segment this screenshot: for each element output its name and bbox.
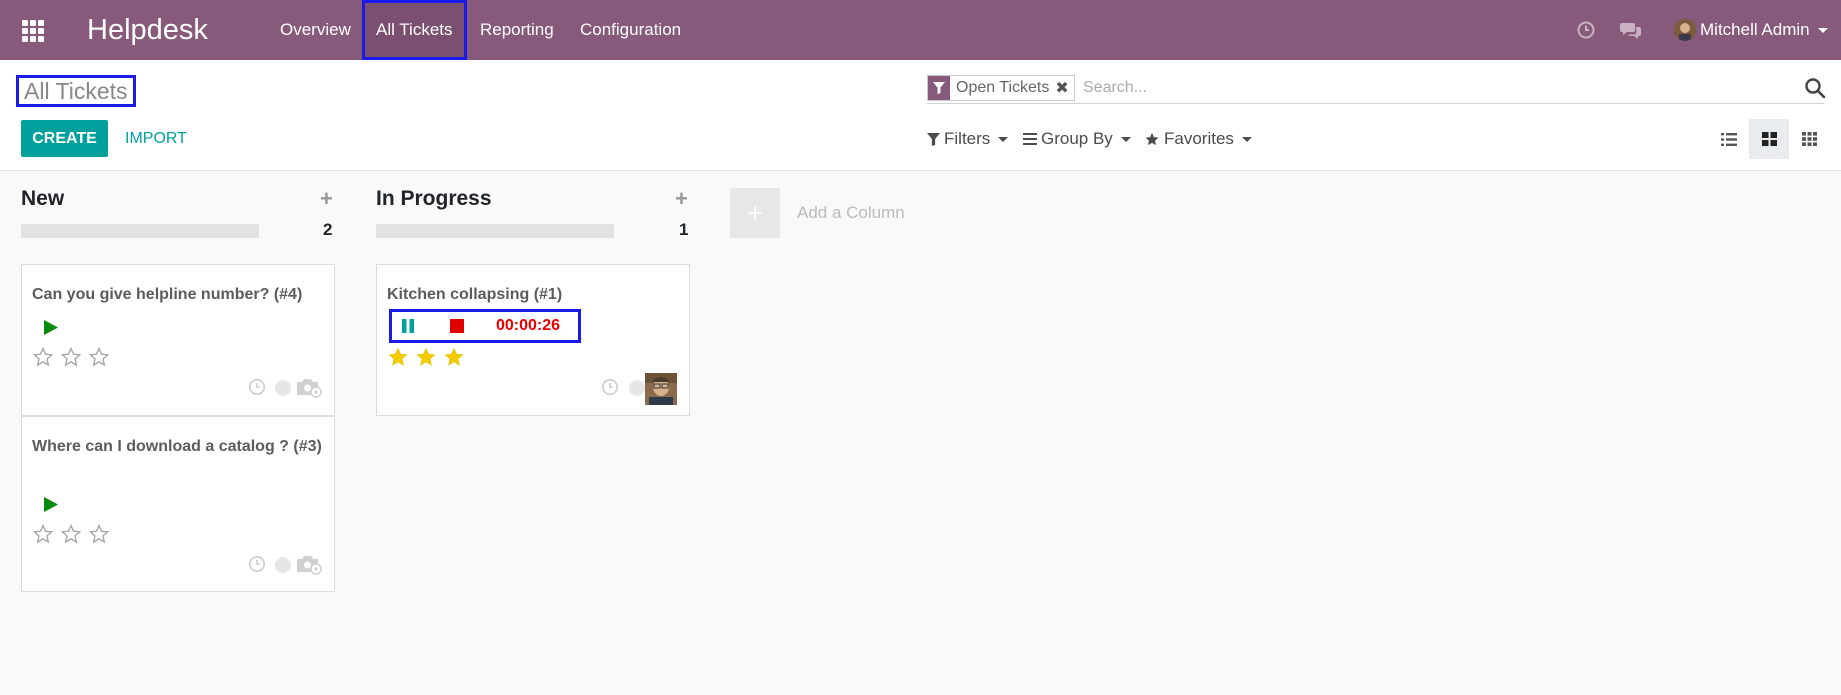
status-dot[interactable] <box>275 557 291 573</box>
kanban-view-button[interactable] <box>1749 119 1789 159</box>
priority-stars[interactable] <box>32 524 116 545</box>
facet-remove-icon[interactable]: ✖ <box>1055 78 1073 98</box>
grid-view-icon <box>1801 132 1817 146</box>
star-empty-icon[interactable] <box>88 347 110 368</box>
star-filled-icon[interactable] <box>387 347 409 368</box>
menu-reporting[interactable]: Reporting <box>480 0 554 60</box>
column-add-icon[interactable]: + <box>320 187 333 211</box>
ticket-card[interactable]: Where can I download a catalog ? (#3) <box>21 416 335 592</box>
star-filled-icon[interactable] <box>443 347 465 368</box>
timer-controls: 00:00:26 <box>389 309 581 343</box>
assignee-avatar[interactable] <box>645 373 677 405</box>
filters-dropdown[interactable]: Filters <box>927 128 1009 150</box>
column-count: 2 <box>323 220 333 239</box>
activity-clock-icon[interactable] <box>601 378 619 396</box>
chat-icon[interactable] <box>1620 20 1642 40</box>
user-name: Mitchell Admin <box>1700 20 1810 39</box>
status-dot[interactable] <box>629 380 645 396</box>
star-filled-icon[interactable] <box>415 347 437 368</box>
pause-icon[interactable] <box>401 319 415 333</box>
add-column-button[interactable]: + <box>730 188 780 238</box>
menu-configuration[interactable]: Configuration <box>580 0 681 60</box>
group-by-dropdown[interactable]: Group By <box>1023 128 1131 150</box>
star-icon <box>1145 132 1159 145</box>
ticket-card[interactable]: Can you give helpline number? (#4) <box>21 264 335 416</box>
favorites-caret-icon <box>1241 136 1252 142</box>
activity-clock-icon[interactable] <box>1576 20 1596 40</box>
user-menu[interactable]: Mitchell Admin <box>1674 16 1828 44</box>
search-icon[interactable] <box>1804 77 1826 99</box>
column-progress-bar[interactable] <box>21 224 259 238</box>
priority-stars[interactable] <box>32 347 116 368</box>
star-empty-icon[interactable] <box>60 347 82 368</box>
ticket-title: Kitchen collapsing (#1) <box>387 286 563 303</box>
filter-facet-icon <box>928 76 950 100</box>
group-by-label: Group By <box>1041 129 1113 148</box>
apps-menu-icon[interactable] <box>22 20 44 42</box>
star-empty-icon[interactable] <box>32 524 54 545</box>
filters-label: Filters <box>944 129 991 148</box>
user-avatar <box>1674 19 1696 41</box>
filter-icon <box>927 132 940 146</box>
create-button[interactable]: CREATE <box>21 120 108 157</box>
import-button[interactable]: IMPORT <box>125 120 187 157</box>
column-count: 1 <box>679 220 689 239</box>
group-by-icon <box>1023 133 1037 145</box>
pivot-view-button[interactable] <box>1789 119 1829 159</box>
page-title: All Tickets <box>16 75 136 107</box>
search-input[interactable] <box>1083 76 1773 100</box>
ticket-title: Where can I download a catalog ? (#3) <box>32 438 322 455</box>
play-timer-icon[interactable] <box>44 497 58 512</box>
star-empty-icon[interactable] <box>88 524 110 545</box>
camera-icon[interactable] <box>296 376 322 398</box>
column-add-icon[interactable]: + <box>675 187 688 211</box>
list-view-icon <box>1721 132 1737 146</box>
ticket-title: Can you give helpline number? (#4) <box>32 286 303 303</box>
column-title-new: New <box>21 187 65 210</box>
app-brand[interactable]: Helpdesk <box>87 13 208 47</box>
status-dot[interactable] <box>275 380 291 396</box>
top-navbar: Helpdesk Overview All Tickets Reporting … <box>0 0 1841 60</box>
group-by-caret-icon <box>1120 136 1131 142</box>
facet-label: Open Tickets <box>956 79 1050 96</box>
stop-icon[interactable] <box>450 319 464 333</box>
search-facet: Open Tickets ✖ <box>927 75 1075 101</box>
activity-clock-icon[interactable] <box>248 378 266 396</box>
column-progress-bar[interactable] <box>376 224 614 238</box>
camera-icon[interactable] <box>296 553 322 575</box>
menu-all-tickets[interactable]: All Tickets <box>362 0 467 60</box>
list-view-button[interactable] <box>1709 119 1749 159</box>
play-timer-icon[interactable] <box>44 320 58 335</box>
menu-overview[interactable]: Overview <box>280 0 351 60</box>
column-title-in-progress: In Progress <box>376 187 492 210</box>
activity-clock-icon[interactable] <box>248 555 266 573</box>
add-column-label[interactable]: Add a Column <box>797 203 905 223</box>
star-empty-icon[interactable] <box>32 347 54 368</box>
priority-stars[interactable] <box>387 347 471 368</box>
timer-display: 00:00:26 <box>496 317 561 334</box>
user-menu-caret-icon <box>1817 27 1828 33</box>
star-empty-icon[interactable] <box>60 524 82 545</box>
kanban-view-icon <box>1761 132 1777 146</box>
search-bar: Open Tickets ✖ <box>927 75 1826 104</box>
favorites-dropdown[interactable]: Favorites <box>1144 128 1252 150</box>
ticket-card[interactable]: Kitchen collapsing (#1) 00:00:26 <box>376 264 690 416</box>
control-panel: All Tickets CREATE IMPORT Open Tickets ✖… <box>0 60 1841 171</box>
favorites-label: Favorites <box>1164 129 1234 148</box>
filters-caret-icon <box>998 136 1009 142</box>
